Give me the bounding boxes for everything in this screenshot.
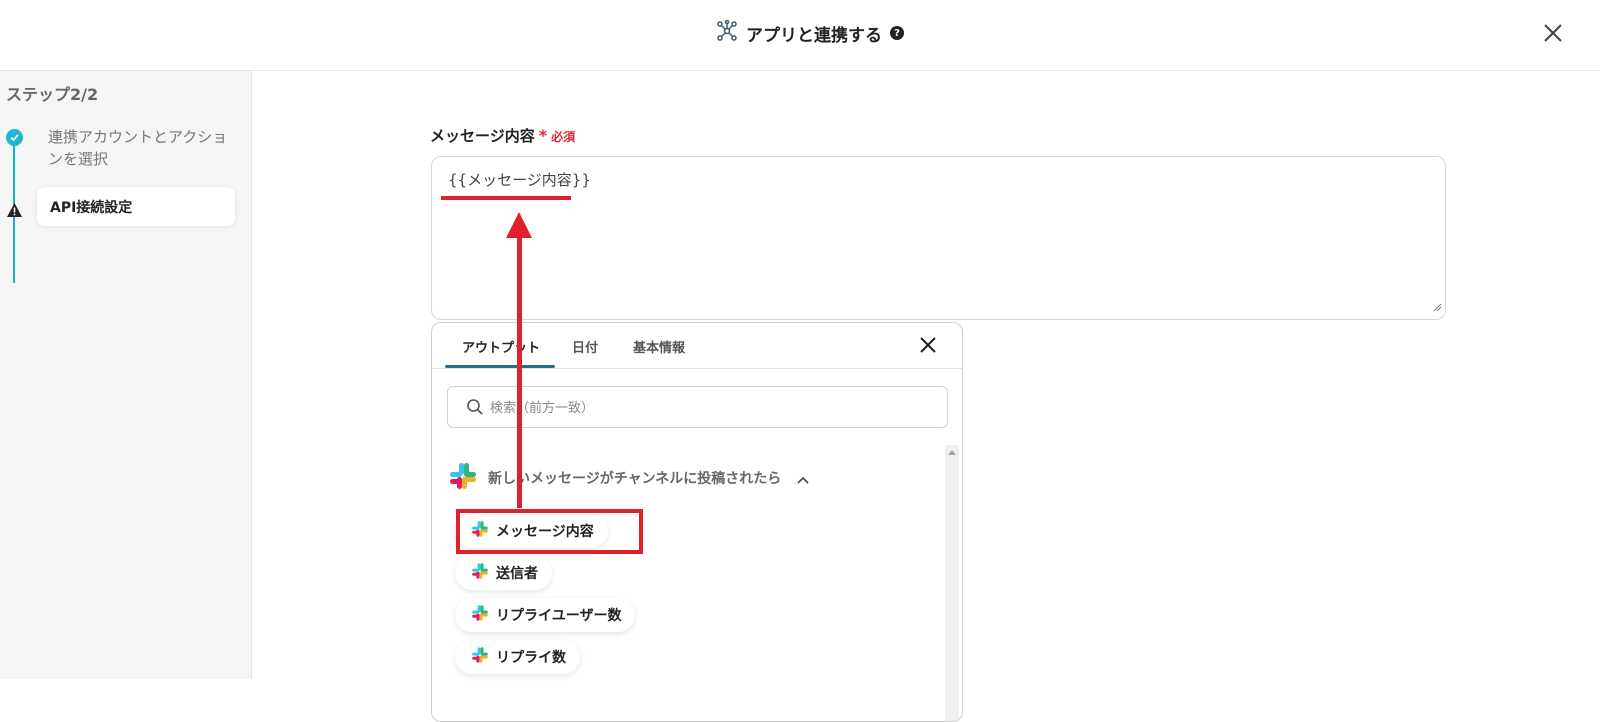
output-group-header[interactable]: 新しいメッセージがチャンネルに投稿されたら xyxy=(448,461,809,495)
step-sidebar: ステップ2/2 連携アカウントとアクションを選択 API接続設定 xyxy=(0,71,252,679)
slack-icon xyxy=(471,562,489,584)
tab-output[interactable]: アウトプット xyxy=(462,337,540,356)
scrollbar[interactable] xyxy=(945,445,959,721)
check-icon xyxy=(6,129,23,146)
output-chip-reply-count[interactable]: リプライ数 xyxy=(455,640,580,674)
tab-date[interactable]: 日付 xyxy=(572,337,598,356)
step-item-label: API接続設定 xyxy=(50,199,133,216)
search-input[interactable] xyxy=(488,395,932,421)
output-chip-reply-user-count[interactable]: リプライユーザー数 xyxy=(455,598,636,632)
required-text: 必須 xyxy=(551,130,576,144)
field-label-text: メッセージ内容 xyxy=(430,127,535,145)
chip-label: 送信者 xyxy=(496,566,538,582)
chevron-up-icon[interactable] xyxy=(797,469,809,488)
step-progress-label: ステップ2/2 xyxy=(6,85,99,104)
required-mark: * xyxy=(538,126,548,145)
step-item-api-settings[interactable]: API接続設定 xyxy=(37,187,235,226)
slack-icon xyxy=(448,461,478,495)
message-content-textarea[interactable]: {{メッセージ内容}} xyxy=(431,156,1446,320)
tab-basic-info[interactable]: 基本情報 xyxy=(633,337,685,356)
active-tab-indicator xyxy=(445,365,555,368)
scroll-up-arrow-icon[interactable] xyxy=(948,450,956,455)
close-icon[interactable] xyxy=(1540,20,1566,46)
slack-icon xyxy=(471,604,489,626)
step-item-select-account[interactable]: 連携アカウントとアクションを選択 xyxy=(48,126,228,170)
modal-title: アプリと連携する ? xyxy=(716,19,904,46)
modal-title-text: アプリと連携する xyxy=(746,25,882,46)
output-group-title: 新しいメッセージがチャンネルに投稿されたら xyxy=(488,471,782,487)
resize-handle-icon[interactable] xyxy=(1433,297,1442,316)
field-value: {{メッセージ内容}} xyxy=(448,171,591,189)
slack-icon xyxy=(471,646,489,668)
annotation-underline xyxy=(441,196,571,200)
chip-label: リプライ数 xyxy=(496,650,566,666)
warning-icon xyxy=(6,202,23,222)
search-box[interactable] xyxy=(447,386,948,428)
modal-header: アプリと連携する ? xyxy=(0,0,1600,71)
search-icon xyxy=(466,398,484,420)
help-icon[interactable]: ? xyxy=(890,26,904,40)
popup-tabs: アウトプット 日付 基本情報 xyxy=(432,323,962,369)
annotation-arrow-head xyxy=(506,212,532,238)
chip-label: リプライユーザー数 xyxy=(496,608,622,624)
field-label: メッセージ内容 * 必須 xyxy=(430,125,575,146)
annotation-arrow-shaft xyxy=(517,236,522,508)
popup-close-icon[interactable] xyxy=(918,335,938,355)
output-chip-sender[interactable]: 送信者 xyxy=(455,556,552,590)
annotation-highlight-box xyxy=(456,509,643,554)
app-link-icon xyxy=(716,19,738,46)
